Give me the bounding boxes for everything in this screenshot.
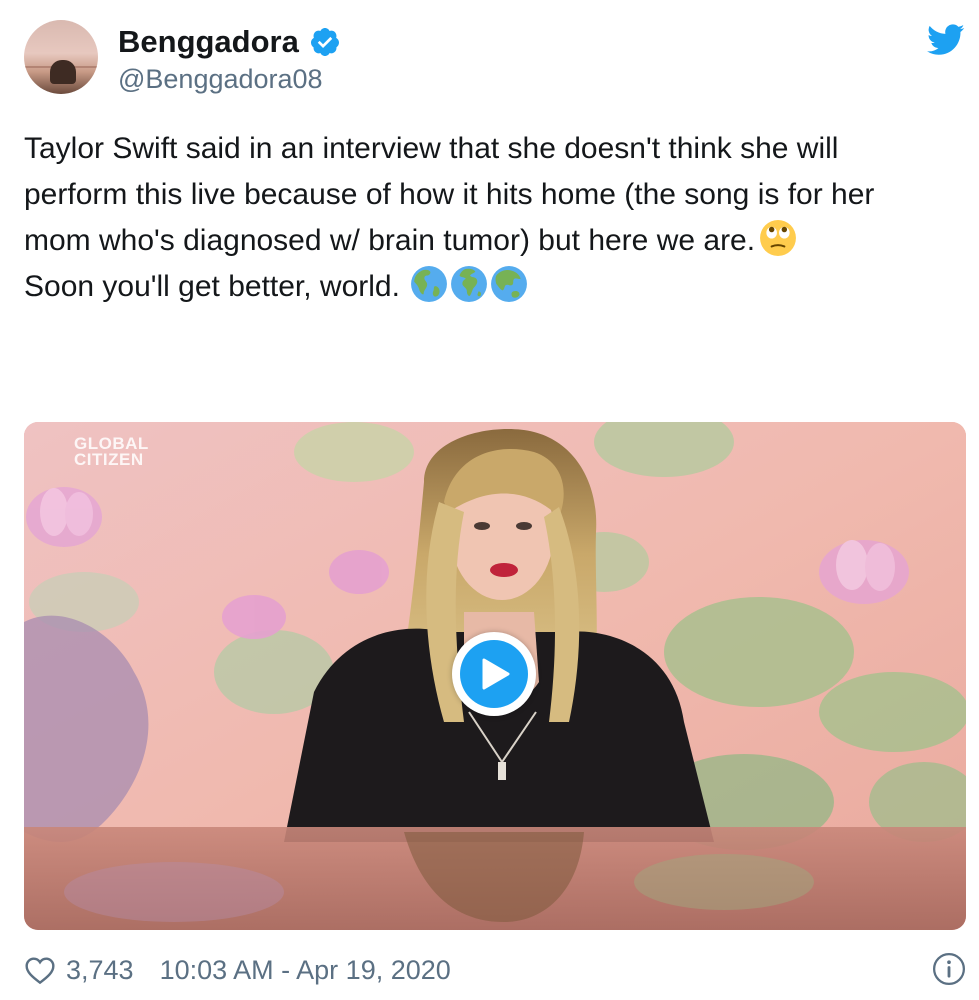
video-player[interactable]: GLOBAL CITIZEN xyxy=(24,422,966,930)
tweet-card: Benggadora @Benggadora08 Taylor Swift sa… xyxy=(0,0,979,1000)
tweet-text-line-3: mom who's diagnosed w/ brain tumor) but … xyxy=(24,224,756,257)
tweet-text: Taylor Swift said in an interview that s… xyxy=(24,126,964,310)
avatar[interactable] xyxy=(24,20,98,94)
avatar-figure xyxy=(50,60,76,84)
watermark-line-2: CITIZEN xyxy=(74,450,144,469)
heart-icon[interactable] xyxy=(24,955,56,985)
tweet-text-line-2: perform this live because of how it hits… xyxy=(24,178,875,211)
like-count[interactable]: 3,743 xyxy=(66,955,134,986)
video-watermark: GLOBAL CITIZEN xyxy=(74,435,149,469)
face-with-rolling-eyes-emoji xyxy=(760,220,797,256)
twitter-bird-icon[interactable] xyxy=(927,24,965,56)
author-handle[interactable]: @Benggadora08 xyxy=(118,63,323,95)
play-icon xyxy=(482,658,510,690)
tweet-footer: 3,743 10:03 AM - Apr 19, 2020 xyxy=(24,950,966,990)
play-button[interactable] xyxy=(452,632,536,716)
timestamp[interactable]: 10:03 AM - Apr 19, 2020 xyxy=(160,955,451,986)
globe-africa-europe-emoji xyxy=(451,266,488,302)
globe-americas-emoji xyxy=(411,266,448,302)
tweet-text-line-1: Taylor Swift said in an interview that s… xyxy=(24,132,839,165)
tweet-text-line-3-container: mom who's diagnosed w/ brain tumor) but … xyxy=(24,218,964,264)
globe-asia-australia-emoji xyxy=(491,266,528,302)
info-icon[interactable] xyxy=(932,952,966,986)
play-button-inner xyxy=(460,640,528,708)
display-name[interactable]: Benggadora xyxy=(118,24,299,60)
author-name-row: Benggadora xyxy=(118,24,341,60)
tweet-text-line-4: Soon you'll get better, world. xyxy=(24,270,400,303)
tweet-text-line-4-container: Soon you'll get better, world. xyxy=(24,264,964,310)
verified-badge-icon xyxy=(310,28,339,56)
